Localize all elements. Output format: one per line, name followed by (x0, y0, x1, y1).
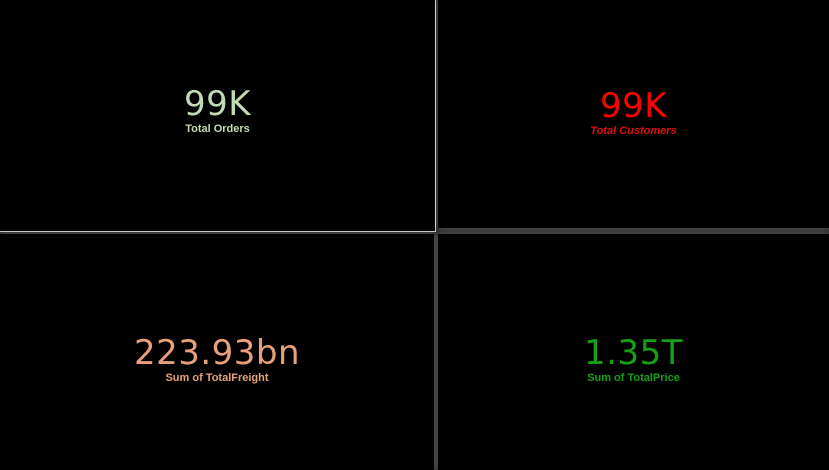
kpi-label: Total Customers (590, 125, 677, 137)
kpi-card-sum-total-freight[interactable]: 223.93bn Sum of TotalFreight (0, 234, 434, 470)
kpi-value: 223.93bn (133, 333, 301, 373)
kpi-label: Total Orders (185, 122, 250, 135)
kpi-card-sum-total-price[interactable]: 1.35T Sum of TotalPrice (438, 234, 829, 470)
kpi-card-total-orders[interactable]: 99K Total Orders (0, 0, 436, 232)
kpi-value: 99K (599, 86, 668, 126)
kpi-label: Sum of TotalPrice (587, 372, 680, 384)
kpi-card-grid: 99K Total Orders 99K Total Customers 223… (0, 0, 829, 470)
kpi-value: 99K (183, 83, 252, 124)
kpi-value: 1.35T (584, 333, 683, 373)
kpi-label: Sum of TotalFreight (165, 372, 269, 384)
kpi-card-total-customers[interactable]: 99K Total Customers (438, 0, 829, 228)
